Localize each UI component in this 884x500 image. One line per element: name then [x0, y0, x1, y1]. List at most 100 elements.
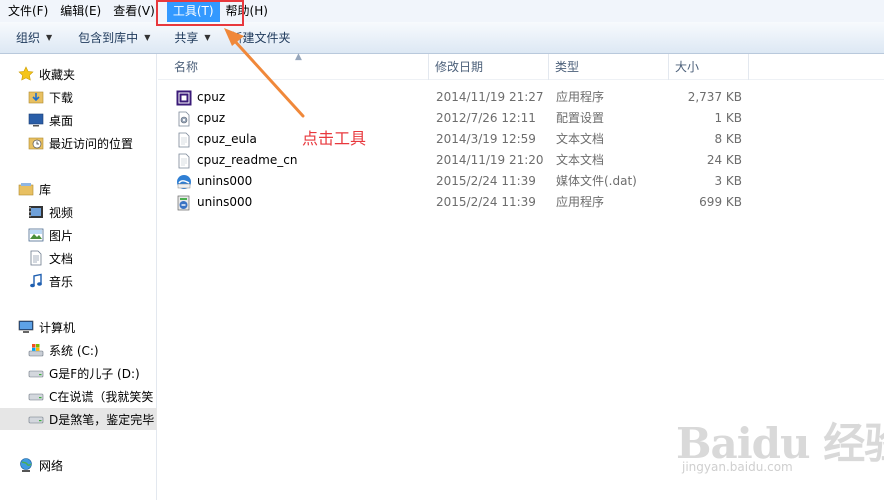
file-size: 2,737 KB — [687, 90, 742, 104]
chevron-down-icon: ▼ — [46, 33, 53, 42]
nav-item-documents[interactable]: 文档 — [0, 247, 157, 269]
file-size: 8 KB — [714, 132, 742, 146]
music-library-icon — [30, 273, 42, 288]
nav-item-label: 系统 (C:) — [49, 343, 99, 358]
file-row[interactable]: cpuz_eula 2014/3/19 12:59 文本文档 8 KB — [158, 129, 884, 150]
nav-item-drive-4[interactable]: D是煞笔，鉴定完毕 — [0, 408, 157, 430]
nav-item-label: 视频 — [49, 205, 74, 220]
menu-edit[interactable]: 编辑(E) — [54, 0, 107, 22]
computer-icon — [18, 320, 34, 333]
nav-favorites[interactable]: 收藏夹 — [0, 63, 157, 85]
column-header-name[interactable]: 名称 — [168, 54, 429, 80]
video-library-icon — [29, 206, 43, 218]
file-type: 应用程序 — [556, 90, 605, 104]
column-header-date[interactable]: 修改日期 — [429, 54, 549, 80]
media-file-icon — [177, 174, 191, 189]
documents-library-icon — [30, 250, 42, 266]
chevron-down-icon: ▼ — [204, 33, 211, 42]
nav-item-drive-c[interactable]: 系统 (C:) — [0, 339, 157, 361]
column-header-size[interactable]: 大小 — [669, 54, 749, 80]
file-name: unins000 — [197, 174, 253, 188]
nav-favorites-label: 收藏夹 — [39, 67, 76, 82]
annotation-highlight-box — [156, 0, 244, 26]
file-row[interactable]: cpuz_readme_cn 2014/11/19 21:20 文本文档 24 … — [158, 150, 884, 171]
share-button[interactable]: 共享 ▼ — [165, 26, 219, 50]
include-in-library-button[interactable]: 包含到库中 ▼ — [69, 26, 159, 50]
file-type: 文本文档 — [556, 153, 605, 167]
text-file-icon — [178, 153, 190, 168]
share-label: 共享 — [174, 31, 199, 45]
file-date: 2014/11/19 21:27 — [436, 90, 544, 104]
file-name: cpuz — [197, 111, 226, 125]
nav-item-recent-places[interactable]: 最近访问的位置 — [0, 132, 157, 154]
nav-item-label: G是F的儿子 (D:) — [49, 366, 140, 381]
nav-item-desktop[interactable]: 桌面 — [0, 109, 157, 131]
file-name: unins000 — [197, 195, 253, 209]
recent-places-icon — [28, 137, 44, 150]
file-type: 媒体文件(.dat) — [556, 174, 637, 188]
nav-item-label: C在说谎（我就笑笑 — [49, 389, 154, 404]
file-date: 2015/2/24 11:39 — [436, 174, 536, 188]
drive-icon — [28, 416, 44, 424]
chevron-down-icon: ▼ — [144, 33, 151, 42]
nav-item-label: 最近访问的位置 — [49, 136, 134, 151]
annotation-text: 点击工具 — [302, 129, 367, 148]
nav-item-drive-d[interactable]: G是F的儿子 (D:) — [0, 362, 157, 384]
file-name: cpuz_readme_cn — [197, 153, 298, 167]
nav-item-label: 音乐 — [49, 274, 74, 289]
file-size: 24 KB — [706, 153, 742, 167]
nav-network-label: 网络 — [39, 458, 64, 473]
nav-item-pictures[interactable]: 图片 — [0, 224, 157, 246]
file-name: cpuz — [197, 90, 226, 104]
nav-item-videos[interactable]: 视频 — [0, 201, 157, 223]
nav-item-drive-3[interactable]: C在说谎（我就笑笑 — [0, 385, 157, 407]
file-type: 应用程序 — [556, 195, 605, 209]
file-size: 1 KB — [714, 111, 742, 125]
column-header-type[interactable]: 类型 — [549, 54, 669, 80]
nav-item-label: 文档 — [49, 251, 74, 266]
drive-icon — [28, 370, 44, 378]
file-date: 2014/3/19 12:59 — [436, 132, 536, 146]
file-size: 699 KB — [699, 195, 742, 209]
star-icon — [18, 66, 34, 81]
nav-network[interactable]: 网络 — [0, 454, 157, 476]
file-size: 3 KB — [714, 174, 742, 188]
file-date: 2014/11/19 21:20 — [436, 153, 544, 167]
nav-computer-label: 计算机 — [39, 320, 76, 335]
command-bar: 组织 ▼ 包含到库中 ▼ 共享 ▼ 新建文件夹 — [0, 22, 884, 54]
organize-button[interactable]: 组织 ▼ — [7, 26, 61, 50]
file-row[interactable]: unins000 2015/2/24 11:39 媒体文件(.dat) 3 KB — [158, 171, 884, 192]
file-row[interactable]: cpuz 2014/11/19 21:27 应用程序 2,737 KB — [158, 87, 884, 108]
file-type: 配置设置 — [556, 111, 605, 125]
desktop-icon — [28, 113, 44, 127]
file-row[interactable]: unins000 2015/2/24 11:39 应用程序 699 KB — [158, 192, 884, 213]
nav-item-label: 桌面 — [49, 113, 74, 128]
pictures-library-icon — [28, 228, 44, 242]
nav-libraries-label: 库 — [39, 182, 52, 197]
network-icon — [20, 458, 32, 472]
nav-libraries[interactable]: 库 — [0, 178, 157, 200]
file-date: 2012/7/26 12:11 — [436, 111, 536, 125]
nav-item-label: D是煞笔，鉴定完毕 — [49, 412, 155, 427]
nav-computer[interactable]: 计算机 — [0, 316, 157, 338]
new-folder-button[interactable]: 新建文件夹 — [222, 26, 300, 50]
cpuz-app-icon — [176, 90, 192, 105]
menu-view[interactable]: 查看(V) — [107, 0, 161, 22]
file-type: 文本文档 — [556, 132, 605, 146]
watermark-url: jingyan.baidu.com — [682, 460, 793, 474]
uninstaller-icon — [177, 195, 190, 210]
drive-icon — [28, 393, 44, 401]
include-in-library-label: 包含到库中 — [78, 31, 139, 45]
text-file-icon — [178, 132, 190, 147]
nav-item-label: 下载 — [49, 90, 74, 105]
config-file-icon — [178, 111, 190, 126]
system-drive-icon — [28, 344, 44, 357]
nav-item-downloads[interactable]: 下载 — [0, 86, 157, 108]
column-headers: ▲ 名称 修改日期 类型 大小 — [158, 52, 884, 80]
library-icon — [18, 183, 34, 196]
nav-item-music[interactable]: 音乐 — [0, 270, 157, 292]
baidu-watermark: Baidu 经验 jingyan.baidu.com — [676, 410, 884, 490]
file-row[interactable]: cpuz 2012/7/26 12:11 配置设置 1 KB — [158, 108, 884, 129]
menu-file[interactable]: 文件(F) — [2, 0, 54, 22]
navigation-pane[interactable]: 收藏夹 下载 桌面 最近访问的位置 库 视频 图片 文档 音乐 计算机 系统 (… — [0, 54, 157, 500]
